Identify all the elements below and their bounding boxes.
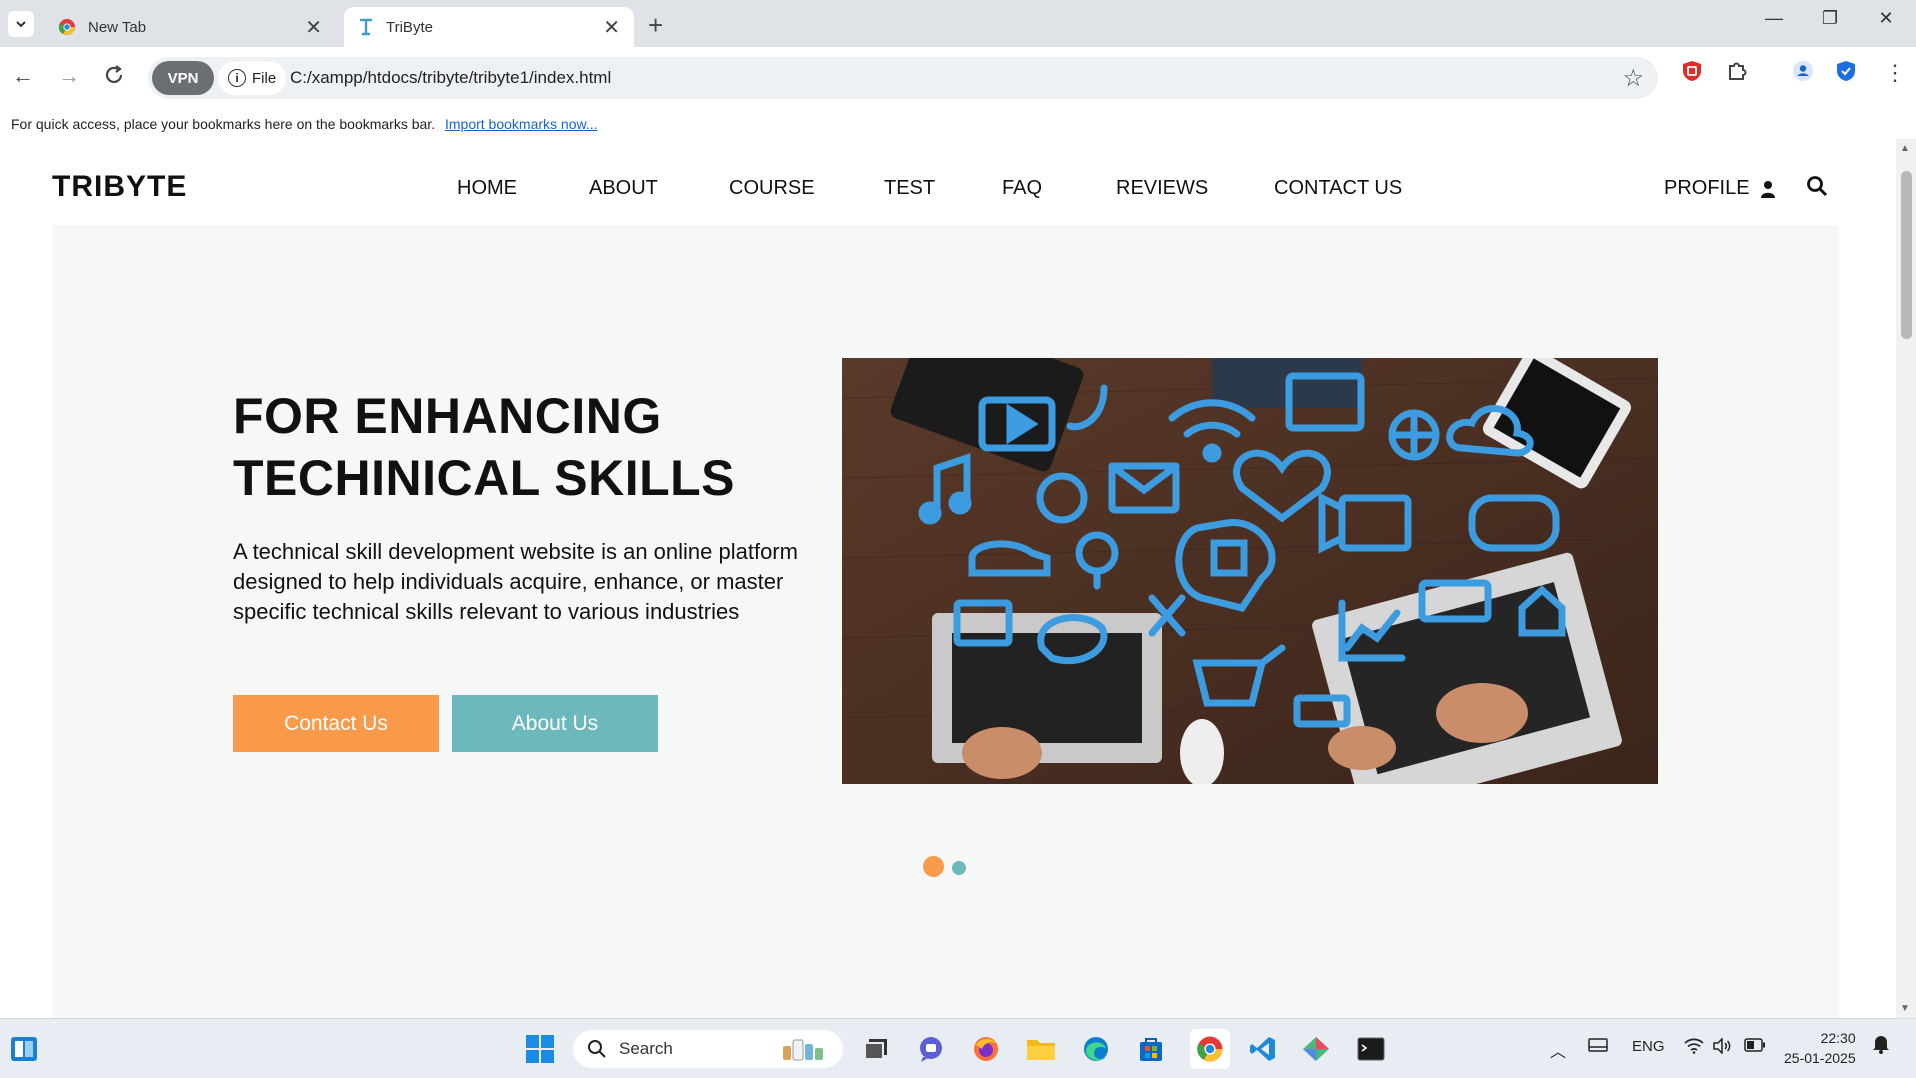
- browser-tabstrip: New Tab ✕ TriByte ✕ + — ❐ ✕: [0, 0, 1916, 47]
- bookmarks-bar: For quick access, place your bookmarks h…: [0, 109, 1916, 139]
- tray-overflow-icon[interactable]: ︿: [1550, 1038, 1566, 1062]
- hero-title-line2: TECHINICAL SKILLS: [233, 450, 736, 506]
- chrome-icon: [58, 19, 75, 36]
- scroll-down-icon[interactable]: ▼: [1900, 1003, 1910, 1014]
- edge-icon[interactable]: [1080, 1033, 1112, 1065]
- carousel-dot-2[interactable]: [952, 861, 966, 875]
- task-view-icon[interactable]: [860, 1033, 892, 1065]
- file-chip-label: File: [252, 69, 277, 87]
- tab-new-tab[interactable]: New Tab ✕: [44, 7, 336, 47]
- taskbar-search-label: Search: [619, 1039, 673, 1058]
- nav-home[interactable]: HOME: [457, 177, 517, 200]
- profile-label: PROFILE: [1664, 177, 1750, 199]
- hero-title-line1: FOR ENHANCING: [233, 388, 662, 444]
- search-highlight-icon: [783, 1039, 823, 1061]
- wifi-icon[interactable]: [1684, 1038, 1704, 1058]
- hero-description: A technical skill development website is…: [233, 539, 798, 624]
- nav-faq[interactable]: FAQ: [1002, 177, 1042, 200]
- scroll-thumb[interactable]: [1901, 171, 1912, 339]
- battery-icon[interactable]: [1744, 1038, 1766, 1056]
- volume-icon[interactable]: [1712, 1037, 1732, 1058]
- scroll-up-icon[interactable]: ▲: [1900, 143, 1910, 154]
- clock-time: 22:30: [1820, 1030, 1856, 1046]
- clock-date: 25-01-2025: [1784, 1050, 1856, 1066]
- reload-icon: [105, 65, 123, 84]
- chat-app-icon[interactable]: [915, 1033, 947, 1065]
- nav-reviews[interactable]: REVIEWS: [1116, 177, 1208, 200]
- app-diamond-icon[interactable]: [1300, 1033, 1332, 1065]
- vpn-button[interactable]: VPN: [152, 61, 214, 95]
- adblock-extension-icon[interactable]: [1682, 60, 1702, 88]
- notification-bell-icon[interactable]: [1872, 1034, 1890, 1058]
- search-button[interactable]: [1806, 175, 1828, 202]
- hero-section: FOR ENHANCING TECHINICAL SKILLS A techni…: [52, 225, 1839, 1018]
- tribyte-favicon-icon: [360, 18, 372, 36]
- chrome-taskbar-icon[interactable]: [1190, 1029, 1230, 1069]
- vscode-icon[interactable]: [1247, 1033, 1279, 1065]
- nav-course[interactable]: COURSE: [729, 177, 815, 200]
- page-viewport: TRIBYTE HOME ABOUT COURSE TEST FAQ REVIE…: [0, 139, 1896, 1018]
- bookmarks-hint: For quick access, place your bookmarks h…: [11, 116, 436, 132]
- display-icon[interactable]: [1588, 1038, 1608, 1058]
- tab-search-button[interactable]: [8, 11, 34, 37]
- terminal-icon[interactable]: [1355, 1033, 1387, 1065]
- search-icon: [588, 1040, 606, 1058]
- page-scrollbar[interactable]: ▲ ▼: [1896, 139, 1916, 1018]
- hero-title: FOR ENHANCING TECHINICAL SKILLS: [233, 385, 793, 509]
- widgets-icon[interactable]: [8, 1033, 40, 1065]
- file-explorer-icon[interactable]: [1025, 1033, 1057, 1065]
- site-logo[interactable]: TRIBYTE: [52, 170, 187, 204]
- menu-kebab-icon[interactable]: ⋮: [1884, 60, 1906, 86]
- site-info-chip[interactable]: i File: [218, 61, 287, 95]
- language-indicator[interactable]: ENG: [1632, 1038, 1665, 1055]
- site-header: TRIBYTE HOME ABOUT COURSE TEST FAQ REVIE…: [0, 139, 1896, 225]
- firefox-icon[interactable]: [970, 1033, 1002, 1065]
- profile-avatar-icon[interactable]: [1792, 60, 1814, 88]
- minimize-button[interactable]: —: [1754, 8, 1794, 29]
- hero-image: [842, 358, 1658, 784]
- forward-button[interactable]: →: [58, 63, 80, 89]
- nav-contact-us[interactable]: CONTACT US: [1274, 177, 1402, 200]
- chevron-down-icon: [16, 21, 26, 28]
- back-button[interactable]: ←: [12, 63, 34, 89]
- reload-button[interactable]: [102, 63, 126, 93]
- tab-title: TriByte: [386, 18, 433, 36]
- extensions-puzzle-icon[interactable]: [1726, 60, 1748, 88]
- about-us-button[interactable]: About Us: [452, 695, 658, 752]
- nav-test[interactable]: TEST: [884, 177, 935, 200]
- address-bar[interactable]: VPN i File C:/xampp/htdocs/tribyte/triby…: [148, 57, 1658, 99]
- user-icon: [1760, 180, 1775, 198]
- url-text[interactable]: C:/xampp/htdocs/tribyte/tribyte1/index.h…: [290, 68, 611, 88]
- tab-tribyte[interactable]: TriByte ✕: [344, 7, 634, 47]
- vpn-label: VPN: [167, 69, 199, 87]
- search-icon: [1807, 176, 1828, 197]
- close-window-button[interactable]: ✕: [1866, 8, 1906, 29]
- new-tab-button[interactable]: +: [648, 10, 663, 41]
- carousel-dot-1[interactable]: [923, 856, 944, 877]
- browser-toolbar: ← → VPN i File C:/xampp/htdocs/tribyte/t…: [0, 47, 1916, 109]
- system-clock[interactable]: 22:30 25-01-2025: [1784, 1028, 1856, 1068]
- close-icon[interactable]: ✕: [603, 15, 620, 40]
- taskbar-search[interactable]: Search: [573, 1030, 843, 1068]
- microsoft-store-icon[interactable]: [1135, 1033, 1167, 1065]
- nav-about[interactable]: ABOUT: [589, 177, 658, 200]
- close-icon[interactable]: ✕: [305, 15, 322, 40]
- contact-us-button[interactable]: Contact Us: [233, 695, 439, 752]
- tech-icons-desk-image: [842, 358, 1658, 784]
- password-manager-icon[interactable]: [1836, 60, 1856, 88]
- windows-start-icon[interactable]: [524, 1033, 556, 1065]
- windows-taskbar: Search ︿ ENG 22:30 25-01-2025: [0, 1018, 1916, 1078]
- info-icon: i: [228, 69, 246, 87]
- restore-button[interactable]: ❐: [1810, 8, 1850, 29]
- bookmark-star-icon[interactable]: ☆: [1622, 64, 1644, 93]
- tab-title: New Tab: [88, 18, 147, 36]
- profile-link[interactable]: PROFILE: [1664, 177, 1776, 200]
- import-bookmarks-link[interactable]: Import bookmarks now...: [445, 116, 598, 132]
